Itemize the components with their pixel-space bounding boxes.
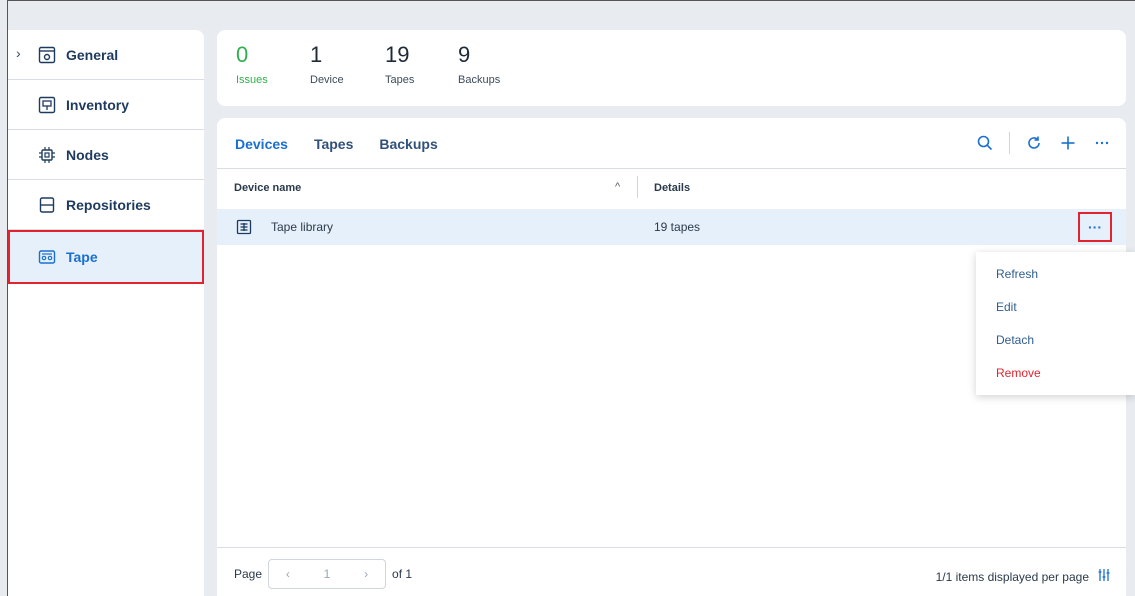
stat-value: 19: [385, 42, 410, 67]
tape-library-icon: [236, 219, 252, 235]
sidebar-item-general[interactable]: › General: [8, 30, 204, 80]
sidebar-item-label: Nodes: [66, 146, 109, 163]
menu-item-refresh[interactable]: Refresh: [996, 267, 1038, 281]
chip-icon: [38, 146, 56, 164]
page-selector[interactable]: ‹ 1 ›: [268, 559, 387, 589]
tape-icon: [38, 248, 56, 266]
tab-tapes[interactable]: Tapes: [314, 136, 353, 152]
sort-ascending-icon[interactable]: ^: [615, 181, 620, 193]
add-icon[interactable]: [1058, 133, 1078, 153]
details-cell: 19 tapes: [654, 220, 701, 234]
menu-item-edit[interactable]: Edit: [996, 300, 1017, 314]
stat-tapes: 19 Tapes: [385, 42, 414, 86]
current-page[interactable]: 1: [324, 567, 331, 581]
stat-backups: 9 Backups: [458, 42, 500, 86]
divider: [217, 547, 1126, 548]
tab-bar: Devices Tapes Backups: [235, 136, 438, 152]
menu-item-detach[interactable]: Detach: [996, 333, 1034, 347]
sidebar-item-label: General: [66, 46, 119, 63]
column-divider[interactable]: [637, 176, 638, 198]
divider: [217, 168, 1126, 169]
row-context-menu: Refresh Edit Detach Remove: [976, 252, 1135, 395]
tab-devices[interactable]: Devices: [235, 136, 288, 152]
chevron-right-icon[interactable]: ›: [16, 45, 21, 61]
per-page-info: 1/1 items displayed per page: [936, 568, 1111, 585]
column-header-device-name[interactable]: Device name: [234, 182, 301, 194]
stat-label: Backups: [458, 74, 501, 86]
more-icon[interactable]: [1092, 133, 1112, 153]
table-row[interactable]: Tape library 19 tapes ···: [217, 209, 1126, 245]
device-name-cell[interactable]: Tape library: [271, 220, 333, 234]
stat-label: Device: [310, 74, 344, 86]
column-header-details[interactable]: Details: [654, 182, 690, 194]
stat-value: 0: [236, 42, 249, 67]
per-page-label: 1/1 items displayed per page: [935, 569, 1089, 584]
sidebar-item-label: Repositories: [66, 196, 151, 213]
row-actions-button[interactable]: ···: [1078, 212, 1112, 242]
search-icon[interactable]: [975, 133, 995, 153]
toolbar-divider: [1009, 132, 1010, 154]
tab-backups[interactable]: Backups: [379, 136, 437, 152]
inventory-icon: [38, 96, 56, 114]
sidebar-item-nodes[interactable]: Nodes: [8, 130, 204, 180]
sidebar-item-inventory[interactable]: Inventory: [8, 80, 204, 130]
stat-device: 1 Device: [310, 42, 344, 86]
stat-value: 1: [310, 42, 323, 67]
stat-label: Tapes: [385, 74, 415, 86]
sidebar-item-label: Tape: [66, 249, 98, 265]
repository-icon: [38, 196, 56, 214]
gear-box-icon: [38, 46, 56, 64]
sidebar: › General Inventory Nodes Repositories T…: [8, 30, 204, 596]
stat-label: Issues: [236, 74, 268, 86]
page-label: Page: [234, 567, 263, 581]
sidebar-item-repositories[interactable]: Repositories: [8, 180, 204, 230]
page-count: of 1: [392, 567, 413, 581]
pagination: Page ‹ 1 › of 1: [234, 559, 412, 589]
refresh-icon[interactable]: [1024, 133, 1044, 153]
next-page-icon[interactable]: ›: [364, 567, 368, 581]
sidebar-item-label: Inventory: [66, 96, 130, 113]
stat-issues[interactable]: 0 Issues: [236, 42, 268, 86]
prev-page-icon[interactable]: ‹: [286, 567, 290, 581]
menu-item-remove[interactable]: Remove: [996, 366, 1041, 380]
toolbar: [975, 132, 1112, 154]
stat-value: 9: [458, 42, 471, 67]
sidebar-item-tape[interactable]: Tape: [8, 230, 204, 284]
summary-card: 0 Issues 1 Device 19 Tapes 9 Backups: [217, 30, 1126, 106]
column-settings-icon[interactable]: [1097, 568, 1111, 585]
